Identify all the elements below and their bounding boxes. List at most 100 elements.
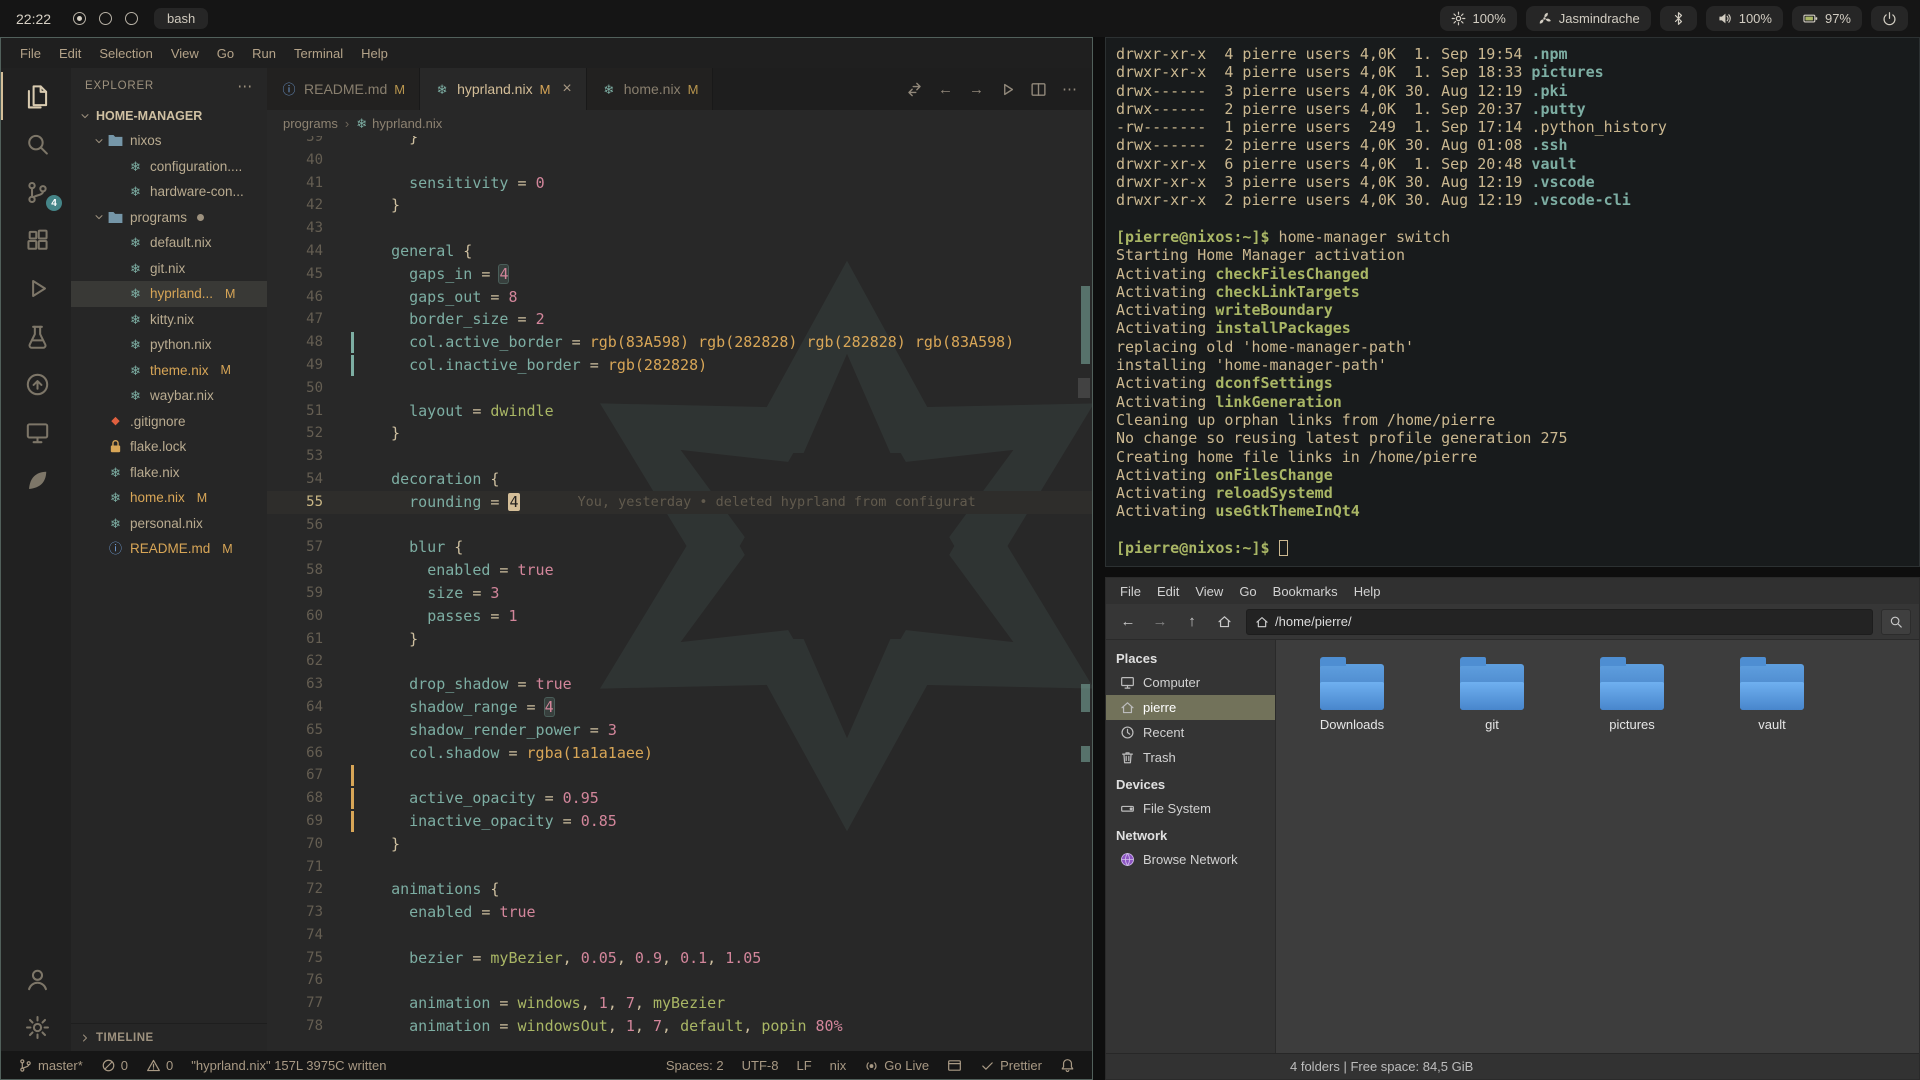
tab-hyprland-nix[interactable]: ❄hyprland.nixM× <box>420 68 587 110</box>
fm-menu-view[interactable]: View <box>1187 584 1231 599</box>
workspace-3[interactable] <box>125 12 138 25</box>
module-fan[interactable]: Jasmindrache <box>1526 6 1651 31</box>
module-bluetooth[interactable] <box>1660 6 1697 31</box>
fm-folder-downloads[interactable]: Downloads <box>1300 654 1404 732</box>
timeline-section[interactable]: TIMELINE <box>71 1023 267 1051</box>
fm-menu-help[interactable]: Help <box>1346 584 1389 599</box>
tree-item-waybar-nix[interactable]: ❄waybar.nix <box>71 383 267 409</box>
tree-item-readme-md[interactable]: ⓘREADME.mdM <box>71 536 267 562</box>
status-lf[interactable]: LF <box>789 1058 818 1073</box>
path-bar[interactable]: /home/pierre/ <box>1246 609 1873 635</box>
close-icon[interactable]: × <box>562 80 571 98</box>
tree-item-home-nix[interactable]: ❄home.nixM <box>71 485 267 511</box>
tree-item-kitty-nix[interactable]: ❄kitty.nix <box>71 307 267 333</box>
vscode-menu-go[interactable]: Go <box>208 46 243 61</box>
module-battery[interactable]: 97% <box>1792 6 1862 31</box>
breadcrumb-folder[interactable]: programs <box>283 116 338 131</box>
vscode-menu-terminal[interactable]: Terminal <box>285 46 352 61</box>
tab-readme-md[interactable]: ⓘREADME.mdM <box>267 68 420 110</box>
activity-testing[interactable] <box>1 312 71 360</box>
forward-icon[interactable]: → <box>968 81 985 98</box>
tree-item-nixos[interactable]: nixos <box>71 128 267 154</box>
tree-item-programs[interactable]: programs <box>71 205 267 231</box>
tree-item-gitignore[interactable]: ◆.gitignore <box>71 409 267 435</box>
tree-item-flake-nix[interactable]: ❄flake.nix <box>71 460 267 486</box>
status-bell[interactable] <box>1053 1058 1082 1073</box>
status-broadcast[interactable]: Go Live <box>857 1058 936 1073</box>
tree-item-python-nix[interactable]: ❄python.nix <box>71 332 267 358</box>
fm-place-recent[interactable]: Recent <box>1106 720 1275 745</box>
more-actions-icon[interactable]: ⋯ <box>237 77 253 95</box>
workspace-1[interactable] <box>73 12 86 25</box>
forward-button[interactable]: → <box>1146 609 1174 635</box>
activity-explorer[interactable] <box>1 72 71 120</box>
compare-icon[interactable] <box>906 81 923 98</box>
status-utf-8[interactable]: UTF-8 <box>735 1058 786 1073</box>
tree-item-hardware-con[interactable]: ❄hardware-con... <box>71 179 267 205</box>
vscode-menu-run[interactable]: Run <box>243 46 285 61</box>
workspace-2[interactable] <box>99 12 112 25</box>
activity-remote-explorer[interactable] <box>1 408 71 456</box>
fm-place-browse-network[interactable]: Browse Network <box>1106 847 1275 872</box>
home-button[interactable] <box>1210 609 1238 635</box>
overview-ruler[interactable] <box>1078 136 1092 1051</box>
status-branch[interactable]: master* <box>11 1058 90 1073</box>
tree-item-git-nix[interactable]: ❄git.nix <box>71 256 267 282</box>
tree-root-home-manager[interactable]: HOME-MANAGER <box>71 104 267 128</box>
tree-item-personal-nix[interactable]: ❄personal.nix <box>71 511 267 537</box>
tree-item-theme-nix[interactable]: ❄theme.nixM <box>71 358 267 384</box>
tree-item-configuration[interactable]: ❄configuration.... <box>71 154 267 180</box>
status-warning[interactable]: 0 <box>139 1058 180 1073</box>
status-nix[interactable]: nix <box>823 1058 854 1073</box>
scrollbar-slider[interactable] <box>1078 378 1090 398</box>
fm-place-trash[interactable]: Trash <box>1106 745 1275 770</box>
fm-menu-file[interactable]: File <box>1112 584 1149 599</box>
tab-home-nix[interactable]: ❄home.nixM <box>587 68 714 110</box>
module-speaker[interactable]: 100% <box>1706 6 1783 31</box>
split-icon[interactable] <box>1030 81 1047 98</box>
activity-search[interactable] <box>1 120 71 168</box>
vscode-menu-file[interactable]: File <box>11 46 50 61</box>
activity-account[interactable] <box>1 955 71 1003</box>
fm-folder-vault[interactable]: vault <box>1720 654 1824 732</box>
activity-leaf[interactable] <box>1 456 71 504</box>
fm-place-pierre[interactable]: pierre <box>1106 695 1275 720</box>
activity-run-debug[interactable] <box>1 264 71 312</box>
status-hyprland-nix-157l-3975c-written[interactable]: "hyprland.nix" 157L 3975C written <box>184 1058 393 1073</box>
play-icon[interactable] <box>999 81 1016 98</box>
breadcrumb-file[interactable]: hyprland.nix <box>372 116 442 131</box>
terminal-window[interactable]: drwxr-xr-x 4 pierre users 4,0K 1. Sep 19… <box>1105 37 1920 567</box>
status-error[interactable]: 0 <box>94 1058 135 1073</box>
tree-item-default-nix[interactable]: ❄default.nix <box>71 230 267 256</box>
module-gear[interactable]: 100% <box>1440 6 1517 31</box>
vscode-menu-view[interactable]: View <box>162 46 208 61</box>
activity-source-control[interactable]: 4 <box>1 168 71 216</box>
fm-folder-git[interactable]: git <box>1440 654 1544 732</box>
search-button[interactable] <box>1881 609 1911 635</box>
fm-menu-go[interactable]: Go <box>1231 584 1264 599</box>
module-power[interactable] <box>1871 6 1908 31</box>
editor[interactable]: 39 }4041 sensitivity = 042 }4344 general… <box>267 136 1092 1051</box>
fm-folder-pictures[interactable]: pictures <box>1580 654 1684 732</box>
more-icon[interactable]: ⋯ <box>1061 81 1078 98</box>
back-button[interactable]: ← <box>1114 609 1142 635</box>
vscode-menu-help[interactable]: Help <box>352 46 397 61</box>
vscode-menu-selection[interactable]: Selection <box>90 46 161 61</box>
tree-item-flake-lock[interactable]: flake.lock <box>71 434 267 460</box>
activity-live-share[interactable] <box>1 360 71 408</box>
status-check[interactable]: Prettier <box>973 1058 1049 1073</box>
status-browser[interactable] <box>940 1058 969 1073</box>
activity-settings[interactable] <box>1 1003 71 1051</box>
fm-menu-bookmarks[interactable]: Bookmarks <box>1265 584 1346 599</box>
fm-folder-grid[interactable]: Downloads git pictures vault <box>1276 640 1919 1053</box>
fm-menu-edit[interactable]: Edit <box>1149 584 1187 599</box>
tree-item-hyprland[interactable]: ❄hyprland...M <box>71 281 267 307</box>
vscode-menu-edit[interactable]: Edit <box>50 46 90 61</box>
fm-place-computer[interactable]: Computer <box>1106 670 1275 695</box>
back-icon[interactable]: ← <box>937 81 954 98</box>
up-button[interactable]: ↑ <box>1178 609 1206 635</box>
breadcrumb[interactable]: programs › ❄ hyprland.nix <box>267 110 1092 136</box>
activity-extensions[interactable] <box>1 216 71 264</box>
fm-place-file-system[interactable]: File System <box>1106 796 1275 821</box>
status-spaces-2[interactable]: Spaces: 2 <box>659 1058 731 1073</box>
